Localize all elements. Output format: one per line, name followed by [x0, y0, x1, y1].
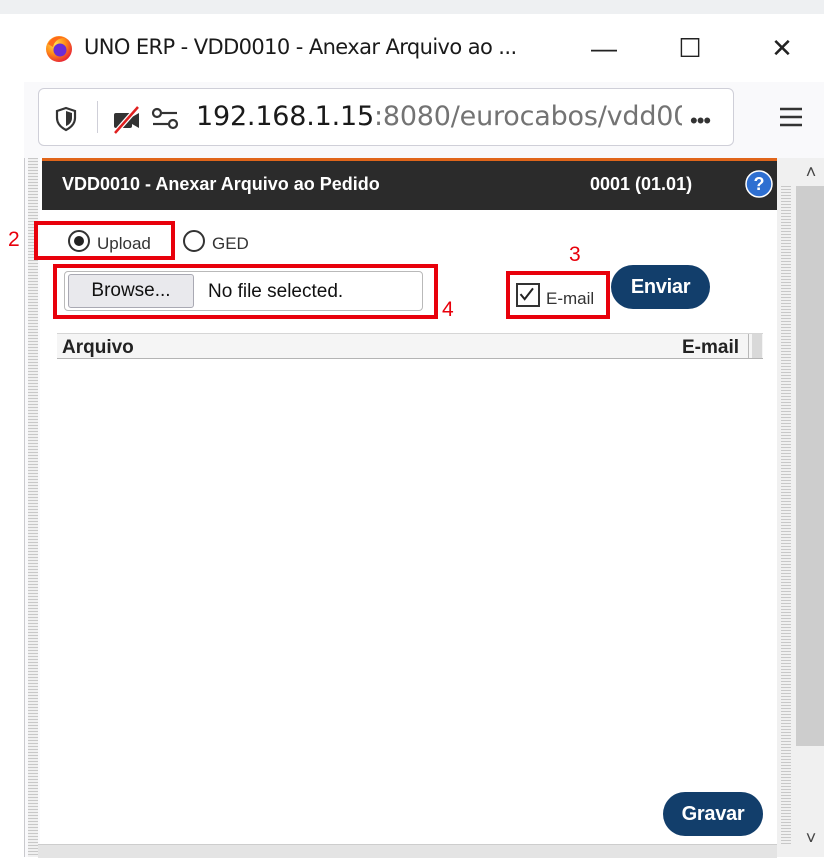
hamburger-menu-icon[interactable]: [778, 104, 804, 130]
maximize-button[interactable]: ☐: [662, 26, 718, 70]
frame-border: [781, 186, 791, 846]
version-code: 0001 (01.01): [590, 174, 693, 194]
scroll-up-arrow-icon[interactable]: ˄: [798, 162, 824, 182]
page-title: VDD0010 - Anexar Arquivo ao Pedido: [62, 174, 380, 194]
svg-text:?: ?: [754, 174, 765, 194]
column-header-email[interactable]: E-mail: [682, 337, 739, 359]
annotation-box-file: [53, 264, 438, 319]
column-header-arquivo[interactable]: Arquivo: [62, 337, 134, 359]
radio-ged[interactable]: [183, 230, 205, 252]
annotation-box-email: [506, 271, 610, 319]
url-path: :8080/eurocabos/vdd001C: [373, 101, 682, 132]
annotation-number: 3: [569, 243, 581, 266]
help-icon[interactable]: ?: [744, 169, 774, 199]
frame-border: [28, 158, 38, 857]
window-title: UNO ERP - VDD0010 - Anexar Arquivo ao ..…: [84, 35, 517, 59]
camera-blocked-icon[interactable]: [110, 104, 142, 136]
horizontal-scrollbar[interactable]: [38, 844, 777, 858]
grid-header-end: [752, 334, 762, 358]
page-content: [40, 158, 777, 844]
minimize-button[interactable]: —: [576, 26, 632, 70]
scrollbar-thumb[interactable]: [796, 186, 824, 746]
firefox-icon: [46, 36, 72, 62]
column-separator: [748, 334, 749, 358]
scroll-down-arrow-icon[interactable]: ˅: [798, 828, 824, 848]
grid-header: [57, 333, 763, 359]
annotation-box-upload: [34, 221, 175, 260]
more-actions-icon[interactable]: •••: [690, 108, 711, 134]
annotation-number: 2: [8, 228, 20, 251]
radio-ged-label[interactable]: GED: [212, 234, 249, 254]
url-text[interactable]: 192.168.1.15:8080/eurocabos/vdd001C: [196, 101, 682, 132]
close-button[interactable]: ✕: [754, 26, 810, 70]
permissions-icon[interactable]: [150, 106, 180, 132]
annotation-number: 4: [442, 298, 454, 321]
url-host: 192.168.1.15: [196, 101, 374, 132]
separator: [97, 101, 98, 133]
save-button[interactable]: Gravar: [663, 792, 763, 836]
send-button[interactable]: Enviar: [611, 265, 710, 309]
window-shadow: [0, 0, 824, 14]
shield-icon[interactable]: [54, 106, 78, 132]
